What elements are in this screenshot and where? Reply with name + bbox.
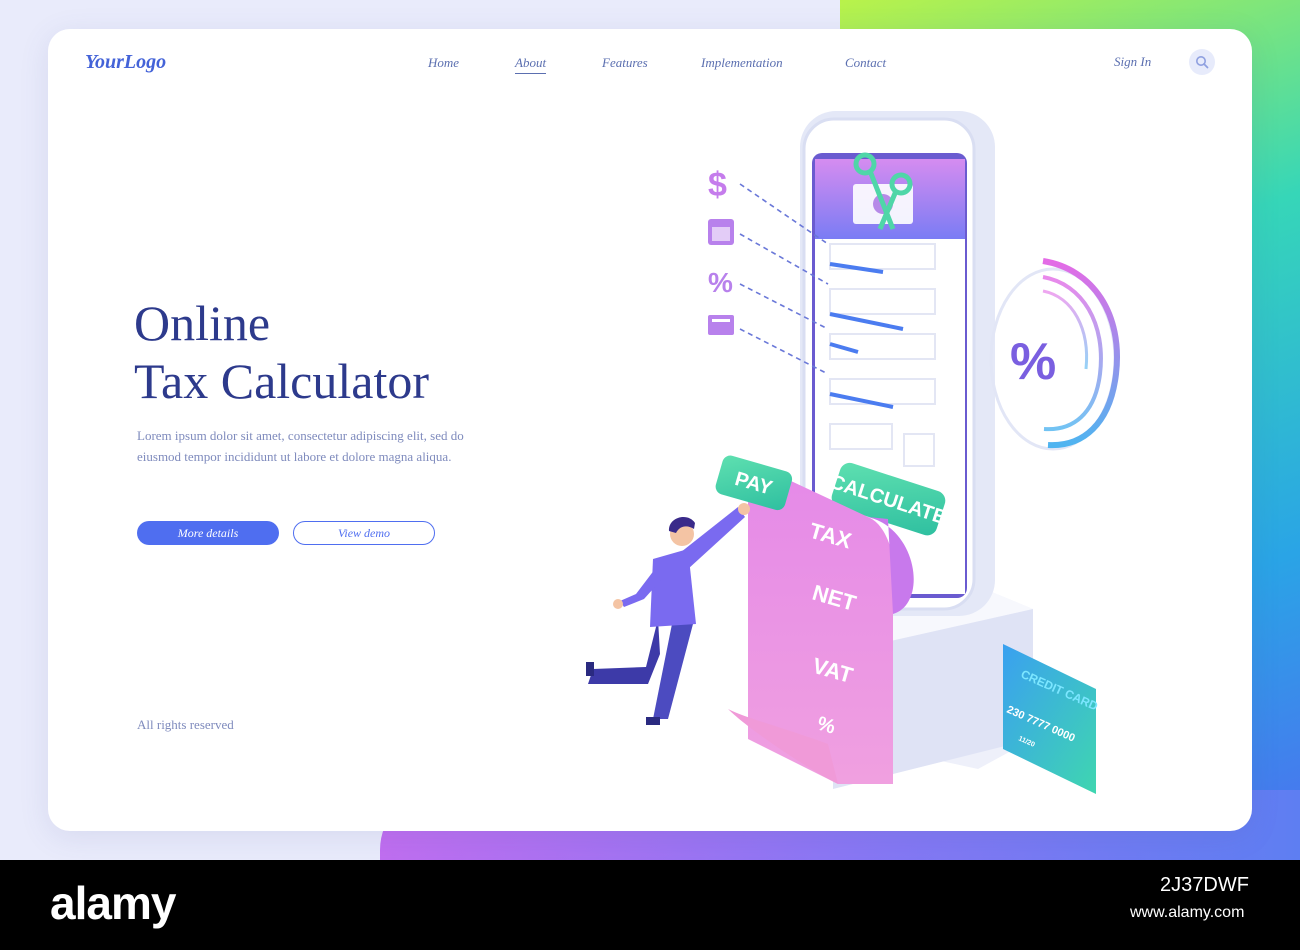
watermark-url: www.alamy.com bbox=[1130, 904, 1245, 921]
calendar-icon bbox=[708, 219, 734, 245]
percent-icon: % bbox=[708, 267, 733, 298]
watermark-bar: alamy 2J37DWF www.alamy.com bbox=[0, 860, 1300, 950]
watermark-logo: alamy bbox=[50, 877, 176, 929]
landing-page-card: YourLogo Home About Features Implementat… bbox=[48, 29, 1252, 831]
watermark-image-id: 2J37DWF bbox=[1160, 874, 1249, 896]
percent-ring: % bbox=[989, 258, 1120, 451]
dollar-icon: $ bbox=[708, 166, 727, 204]
receipt: TAX NET VAT % bbox=[728, 474, 914, 784]
person bbox=[586, 503, 750, 725]
credit-card: CREDIT CARD 230 7777 0000 11/20 bbox=[1003, 644, 1100, 794]
pay-button-graphic: PAY bbox=[715, 455, 793, 511]
tax-calculator-illustration: CALCULATE TAX NET VAT % PAY $ % % CREDIT… bbox=[586, 111, 1120, 794]
percent-symbol: % bbox=[1010, 333, 1056, 391]
card-icon bbox=[708, 315, 734, 335]
